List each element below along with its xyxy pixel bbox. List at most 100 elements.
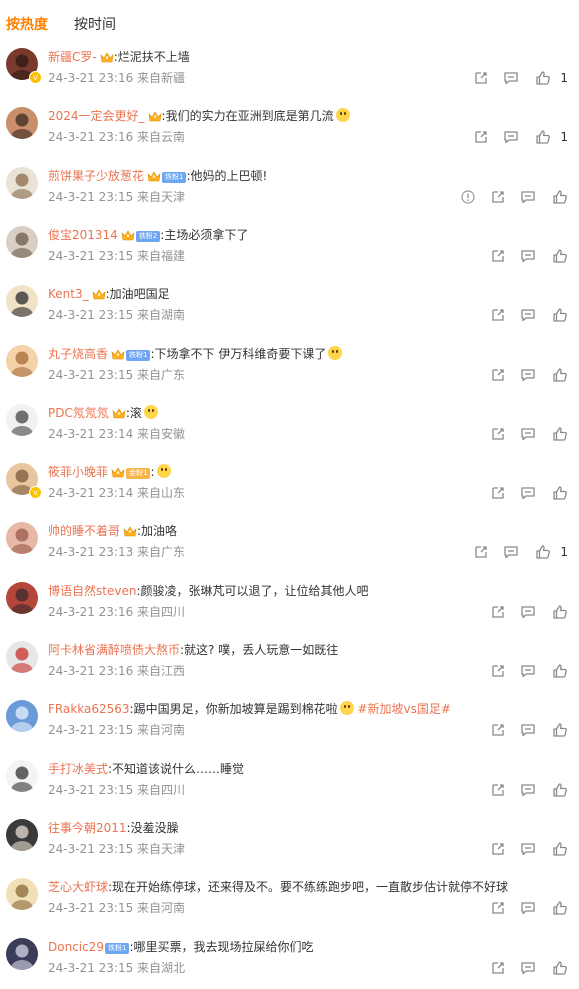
user-avatar[interactable] [6, 107, 38, 140]
reply-comment-icon[interactable] [503, 129, 519, 145]
reply-comment-icon[interactable] [520, 248, 536, 264]
share-icon[interactable] [490, 782, 506, 798]
comment-text: :下场拿不下 伊万科维奇要下课了 [150, 346, 327, 361]
comment-text: :滚 [125, 405, 142, 420]
share-icon[interactable] [490, 307, 506, 323]
user-avatar[interactable] [6, 344, 38, 377]
reply-comment-icon[interactable] [520, 841, 536, 857]
share-icon[interactable] [490, 663, 506, 679]
share-icon[interactable] [473, 544, 489, 560]
comment-meta: 24-3-21 23:15 来自湖南 [48, 308, 186, 323]
like-thumb-icon[interactable] [535, 129, 551, 145]
share-icon[interactable] [473, 70, 489, 86]
comment-item: v 新疆C罗-:烂泥扶不上墙 24-3-21 23:16 来自新疆 1 [0, 40, 579, 99]
like-thumb-icon[interactable] [552, 367, 568, 383]
comment-text: :没羞没臊 [126, 820, 179, 835]
comment-actions [421, 603, 571, 621]
share-icon[interactable] [490, 960, 506, 976]
user-avatar[interactable] [6, 878, 38, 911]
comment-actions [421, 959, 571, 977]
comment-content: 往事今朝2011:没羞没臊 [48, 819, 179, 837]
reply-comment-icon[interactable] [520, 189, 536, 205]
comment-item: 往事今朝2011:没羞没臊 24-3-21 23:15 来自天津 [0, 811, 579, 870]
like-thumb-icon[interactable] [552, 782, 568, 798]
comment-username[interactable]: 筱菲小晚菲 [48, 465, 108, 479]
share-icon[interactable] [490, 841, 506, 857]
reply-comment-icon[interactable] [520, 604, 536, 620]
user-avatar[interactable] [6, 522, 38, 555]
share-icon[interactable] [490, 485, 506, 501]
share-icon[interactable] [490, 900, 506, 916]
tab-sort-by-time[interactable]: 按时间 [74, 15, 116, 35]
comment-username[interactable]: PDC氖氖氖 [48, 406, 109, 420]
member-crown-icon [112, 407, 126, 419]
share-icon[interactable] [473, 129, 489, 145]
user-avatar[interactable] [6, 285, 38, 318]
user-avatar[interactable] [6, 225, 38, 258]
comment-username[interactable]: 芝心大虾球 [48, 880, 108, 894]
reply-comment-icon[interactable] [520, 307, 536, 323]
comment-username[interactable]: 博语自然steven [48, 584, 136, 598]
comment-username[interactable]: 煎饼果子少放葱花 [48, 169, 144, 183]
report-icon[interactable] [460, 189, 476, 205]
share-icon[interactable] [490, 248, 506, 264]
reply-comment-icon[interactable] [520, 367, 536, 383]
share-icon[interactable] [490, 722, 506, 738]
user-avatar[interactable] [6, 818, 38, 851]
reply-comment-icon[interactable] [503, 70, 519, 86]
share-icon[interactable] [490, 367, 506, 383]
share-icon[interactable] [490, 604, 506, 620]
reply-comment-icon[interactable] [520, 900, 536, 916]
comment-username[interactable]: Doncic29 [48, 940, 104, 954]
reply-comment-icon[interactable] [520, 960, 536, 976]
comment-username[interactable]: 阿卡林省满醉喷债大熬币 [48, 643, 180, 657]
comment-username[interactable]: Kent3_ [48, 287, 89, 301]
user-avatar[interactable] [6, 937, 38, 970]
comment-username[interactable]: 手打冰美式 [48, 762, 108, 776]
like-thumb-icon[interactable] [535, 544, 551, 560]
reply-comment-icon[interactable] [503, 544, 519, 560]
comment-username[interactable]: 丸子烧高香 [48, 347, 108, 361]
comment-username[interactable]: FRakka62563 [48, 702, 130, 716]
reply-comment-icon[interactable] [520, 722, 536, 738]
share-icon[interactable] [490, 189, 506, 205]
comment-username[interactable]: 帅的睡不着哥 [48, 524, 120, 538]
comment-username[interactable]: 新疆C罗- [48, 50, 97, 64]
share-icon[interactable] [490, 426, 506, 442]
tab-sort-by-hot[interactable]: 按热度 [6, 15, 48, 35]
comment-text: :加油吧国足 [105, 287, 170, 302]
comment-text: :不知道该说什么……睡觉 [108, 761, 245, 776]
fan-level-badge: 铁粉1 [162, 171, 187, 183]
user-avatar[interactable] [6, 759, 38, 792]
topic-link[interactable]: #新加坡vs国足# [357, 702, 450, 716]
user-avatar[interactable] [6, 166, 38, 199]
like-thumb-icon[interactable] [552, 663, 568, 679]
comment-content: 2024一定会更好_:我们的实力在亚洲到底是第几流 [48, 107, 350, 125]
like-thumb-icon[interactable] [552, 900, 568, 916]
comment-username[interactable]: 2024一定会更好_ [48, 109, 145, 123]
like-thumb-icon[interactable] [552, 189, 568, 205]
like-thumb-icon[interactable] [552, 841, 568, 857]
emoji-icon [143, 404, 158, 419]
comment-content: 新疆C罗-:烂泥扶不上墙 [48, 48, 190, 66]
like-thumb-icon[interactable] [552, 960, 568, 976]
reply-comment-icon[interactable] [520, 426, 536, 442]
like-thumb-icon[interactable] [552, 485, 568, 501]
like-thumb-icon[interactable] [552, 426, 568, 442]
user-avatar[interactable] [6, 700, 38, 733]
like-thumb-icon[interactable] [552, 722, 568, 738]
reply-comment-icon[interactable] [520, 663, 536, 679]
comment-username[interactable]: 往事今朝2011 [48, 821, 127, 835]
like-thumb-icon[interactable] [552, 604, 568, 620]
user-avatar[interactable] [6, 403, 38, 436]
like-thumb-icon[interactable] [552, 307, 568, 323]
like-thumb-icon[interactable] [552, 248, 568, 264]
reply-comment-icon[interactable] [520, 485, 536, 501]
like-count: 1 [560, 545, 568, 560]
user-avatar[interactable] [6, 581, 38, 614]
like-thumb-icon[interactable] [535, 70, 551, 86]
user-avatar[interactable] [6, 641, 38, 673]
member-crown-icon [111, 348, 125, 360]
comment-username[interactable]: 俊宝201314 [48, 228, 118, 242]
reply-comment-icon[interactable] [520, 782, 536, 798]
